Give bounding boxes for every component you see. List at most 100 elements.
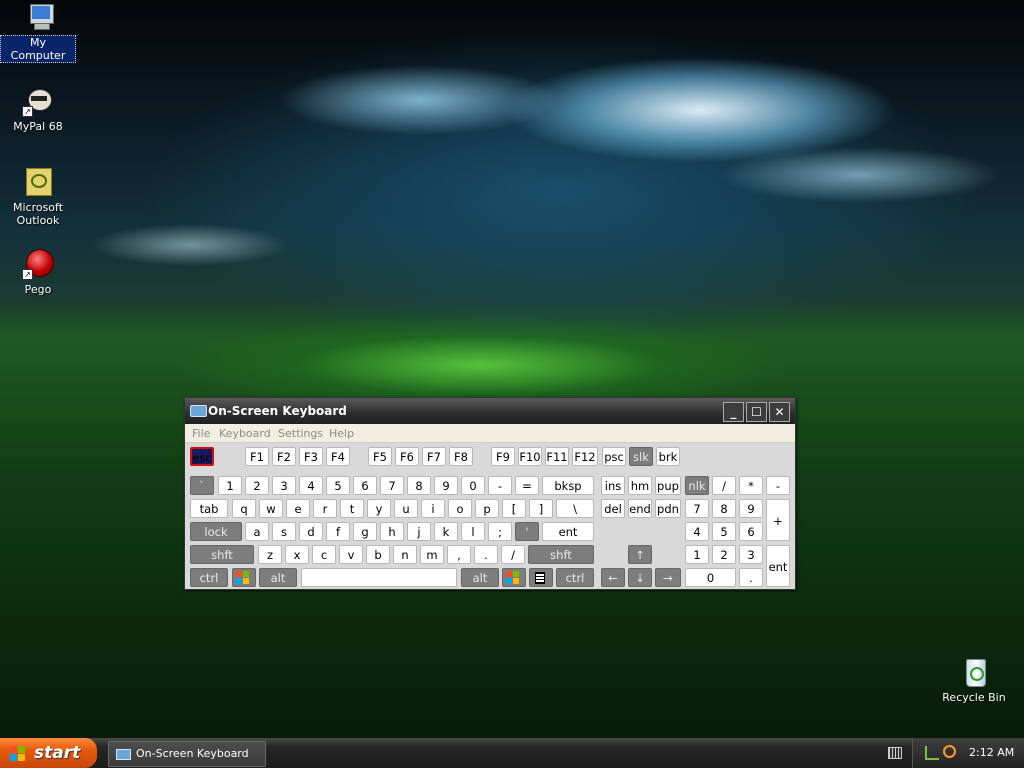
key-del[interactable]: del [601,499,625,518]
desktop-icon-recycle-bin[interactable]: Recycle Bin [936,656,1012,704]
desktop-icon-mypal[interactable]: ↗ MyPal 68 [0,85,76,133]
key-end[interactable]: end [628,499,652,518]
key-arrow-left[interactable]: ← [601,568,625,587]
key-a[interactable]: a [245,522,269,541]
key-f1[interactable]: F1 [245,447,269,466]
key-f7[interactable]: F7 [422,447,446,466]
key-4[interactable]: 4 [299,476,323,495]
key-i[interactable]: i [421,499,445,518]
taskbar-button-osk[interactable]: On-Screen Keyboard [108,741,266,767]
key-7[interactable]: 7 [380,476,404,495]
key-alt-left[interactable]: alt [259,568,297,587]
key-quote[interactable]: ' [515,522,539,541]
key-1[interactable]: 1 [218,476,242,495]
key-t[interactable]: t [340,499,364,518]
key-num-1[interactable]: 1 [685,545,709,564]
key-m[interactable]: m [420,545,444,564]
key-f4[interactable]: F4 [326,447,350,466]
key-arrow-up[interactable]: ↑ [628,545,652,564]
key-v[interactable]: v [339,545,363,564]
start-button[interactable]: start [0,738,97,768]
key-space[interactable] [301,568,457,587]
key-num-enter[interactable]: ent [766,545,790,587]
key-bksp[interactable]: bksp [542,476,594,495]
search-icon[interactable] [943,745,956,758]
desktop-icon-pego[interactable]: ↗ Pego [0,248,76,296]
key-num-multiply[interactable]: * [739,476,763,495]
key-h[interactable]: h [380,522,404,541]
osk-titlebar[interactable]: On-Screen Keyboard _ ☐ ✕ [185,398,795,424]
close-button[interactable]: ✕ [769,402,790,422]
key-8[interactable]: 8 [407,476,431,495]
key-u[interactable]: u [394,499,418,518]
key-num-0[interactable]: 0 [685,568,736,587]
key-num-3[interactable]: 3 [739,545,763,564]
key-num-divide[interactable]: / [712,476,736,495]
menu-help[interactable]: Help [329,427,354,440]
key-backtick[interactable]: ` [190,476,214,495]
key-alt-right[interactable]: alt [461,568,499,587]
key-psc[interactable]: psc [602,447,626,466]
key-g[interactable]: g [353,522,377,541]
key-enter[interactable]: ent [542,522,594,541]
key-shift-left[interactable]: shft [190,545,254,564]
key-f8[interactable]: F8 [449,447,473,466]
keyboard-tray-icon[interactable] [888,747,902,759]
key-c[interactable]: c [312,545,336,564]
key-o[interactable]: o [448,499,472,518]
key-f9[interactable]: F9 [491,447,515,466]
minimize-button[interactable]: _ [723,402,744,422]
key-win-right[interactable] [502,568,526,587]
key-f5[interactable]: F5 [368,447,392,466]
key-ctrl-right[interactable]: ctrl [556,568,594,587]
key-l[interactable]: l [461,522,485,541]
key-semicolon[interactable]: ; [488,522,512,541]
clock[interactable]: 2:12 AM [969,746,1014,759]
key-p[interactable]: p [475,499,499,518]
key-slk[interactable]: slk [629,447,653,466]
key-pgdn[interactable]: pdn [655,499,681,518]
key-num-8[interactable]: 8 [712,499,736,518]
key-b[interactable]: b [366,545,390,564]
key-num-plus[interactable]: + [766,499,790,541]
key-f3[interactable]: F3 [299,447,323,466]
key-y[interactable]: y [367,499,391,518]
key-rbracket[interactable]: ] [529,499,553,518]
key-num-9[interactable]: 9 [739,499,763,518]
desktop-icon-my-computer[interactable]: My Computer [0,0,76,63]
key-f6[interactable]: F6 [395,447,419,466]
key-5[interactable]: 5 [326,476,350,495]
key-k[interactable]: k [434,522,458,541]
key-f12[interactable]: F12 [572,447,598,466]
osk-window[interactable]: On-Screen Keyboard _ ☐ ✕ File Keyboard S… [184,397,796,590]
key-arrow-right[interactable]: → [655,568,681,587]
maximize-button[interactable]: ☐ [746,402,767,422]
key-win-left[interactable] [232,568,256,587]
key-x[interactable]: x [285,545,309,564]
key-ins[interactable]: ins [601,476,625,495]
menu-keyboard[interactable]: Keyboard [219,427,271,440]
key-0[interactable]: 0 [461,476,485,495]
key-f10[interactable]: F10 [518,447,542,466]
key-num-6[interactable]: 6 [739,522,763,541]
key-6[interactable]: 6 [353,476,377,495]
key-lbracket[interactable]: [ [502,499,526,518]
key-num-dot[interactable]: . [739,568,763,587]
key-num-7[interactable]: 7 [685,499,709,518]
key-numlock[interactable]: nlk [685,476,709,495]
key-d[interactable]: d [299,522,323,541]
key-r[interactable]: r [313,499,337,518]
key-f2[interactable]: F2 [272,447,296,466]
key-f11[interactable]: F11 [545,447,569,466]
key-f[interactable]: f [326,522,350,541]
key-home[interactable]: hm [628,476,652,495]
key-lock[interactable]: lock [190,522,242,541]
key-shift-right[interactable]: shft [528,545,594,564]
key-tab[interactable]: tab [190,499,228,518]
key-brk[interactable]: brk [656,447,680,466]
key-num-5[interactable]: 5 [712,522,736,541]
menu-settings[interactable]: Settings [278,427,323,440]
key-n[interactable]: n [393,545,417,564]
key-2[interactable]: 2 [245,476,269,495]
key-comma[interactable]: , [447,545,471,564]
